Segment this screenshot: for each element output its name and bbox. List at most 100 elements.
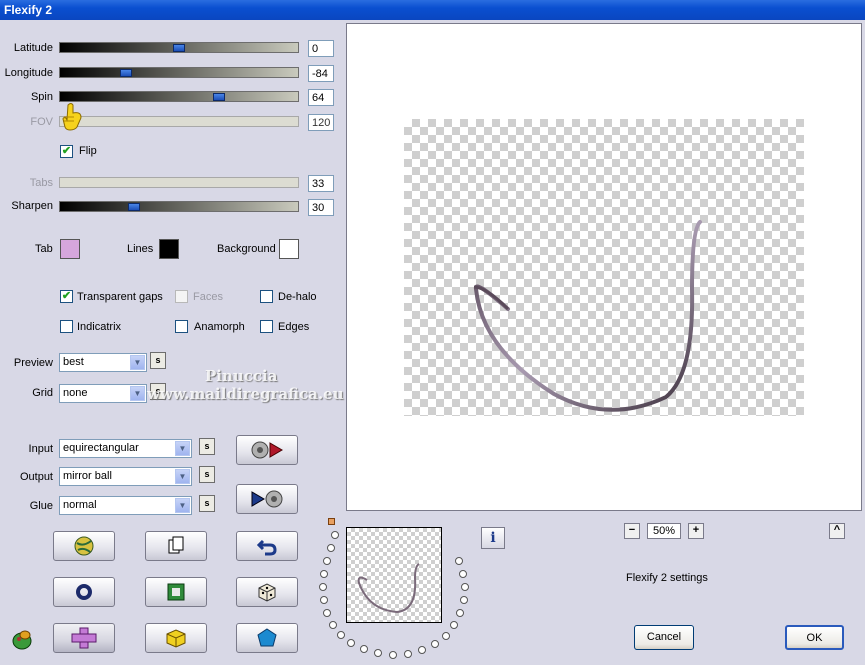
import-icon <box>251 490 283 508</box>
tab-color-label: Tab <box>35 243 53 255</box>
latitude-label: Latitude <box>13 42 53 54</box>
input-select-value: equirectangular <box>63 442 139 454</box>
chevron-down-icon[interactable]: ▼ <box>175 441 190 456</box>
cancel-button[interactable]: Cancel <box>634 625 694 650</box>
longitude-slider[interactable] <box>59 67 299 78</box>
preview-panel[interactable] <box>346 23 862 511</box>
dice-button[interactable] <box>236 577 298 607</box>
globe-icon <box>74 536 94 556</box>
hand-pointer-icon <box>62 103 82 131</box>
latitude-slider[interactable] <box>59 42 299 53</box>
de-halo-label: De-halo <box>278 291 317 303</box>
preview-s-button[interactable]: s <box>150 352 166 369</box>
preview-curve <box>473 220 702 412</box>
preview-label: Preview <box>13 357 53 369</box>
sharpen-value[interactable]: 30 <box>308 199 334 216</box>
zoom-level: 50% <box>647 523 681 539</box>
cube-icon <box>166 629 186 648</box>
plugin-icon <box>12 630 32 650</box>
cube-button[interactable] <box>145 623 207 653</box>
output-select[interactable]: mirror ball ▼ <box>59 467 192 486</box>
output-label: Output <box>19 471 53 483</box>
longitude-label: Longitude <box>4 67 53 79</box>
indicatrix-label: Indicatrix <box>77 321 122 333</box>
glue-s-button[interactable]: s <box>199 495 215 512</box>
output-select-value: mirror ball <box>63 470 112 482</box>
sharpen-thumb[interactable] <box>128 203 140 211</box>
anamorph-checkbox[interactable] <box>175 320 188 333</box>
globe-button[interactable] <box>53 531 115 561</box>
glue-select[interactable]: normal ▼ <box>59 496 192 515</box>
glue-select-value: normal <box>63 499 97 511</box>
fov-label: FOV <box>30 116 53 128</box>
latitude-value[interactable]: 0 <box>308 40 334 57</box>
plugin-logo <box>10 626 36 655</box>
grid-select-value: none <box>63 387 88 399</box>
navigator-dot-ring <box>315 520 475 665</box>
info-icon: i <box>490 530 496 546</box>
fov-slider[interactable] <box>59 116 299 127</box>
spin-slider[interactable] <box>59 91 299 102</box>
cross-icon <box>71 627 97 649</box>
flip-label: Flip <box>79 145 97 157</box>
chevron-down-icon[interactable]: ▼ <box>130 386 145 401</box>
chevron-down-icon[interactable]: ▼ <box>175 469 190 484</box>
fov-value[interactable]: 120 <box>308 114 334 131</box>
faces-checkbox[interactable] <box>175 290 188 303</box>
dice-icon <box>258 583 276 602</box>
square-button[interactable] <box>145 577 207 607</box>
ok-button[interactable]: OK <box>785 625 844 650</box>
lines-color-swatch[interactable] <box>159 239 179 259</box>
import-button[interactable] <box>236 484 298 514</box>
title-bar: Flexify 2 <box>0 0 865 20</box>
input-label: Input <box>28 443 53 455</box>
de-halo-checkbox[interactable] <box>260 290 273 303</box>
chevron-down-icon[interactable]: ▼ <box>130 355 145 370</box>
grid-select[interactable]: none ▼ <box>59 384 147 403</box>
ring-icon <box>76 584 92 600</box>
latitude-thumb[interactable] <box>173 44 185 52</box>
window-title: Flexify 2 <box>4 3 53 17</box>
preview-select[interactable]: best ▼ <box>59 353 147 372</box>
spin-thumb[interactable] <box>213 93 225 101</box>
glue-label: Glue <box>29 500 53 512</box>
copy-button[interactable] <box>145 531 207 561</box>
export-icon <box>251 441 283 459</box>
indicatrix-checkbox[interactable] <box>60 320 73 333</box>
edges-checkbox[interactable] <box>260 320 273 333</box>
longitude-value[interactable]: -84 <box>308 65 334 82</box>
transparent-gaps-checkbox[interactable]: ✔ <box>60 290 73 303</box>
settings-label: Flexify 2 settings <box>626 572 708 584</box>
cross-button[interactable] <box>53 623 115 653</box>
export-button[interactable] <box>236 435 298 465</box>
flip-checkbox[interactable]: ✔ <box>60 145 73 158</box>
lines-color-label: Lines <box>127 243 154 255</box>
sharpen-slider[interactable] <box>59 201 299 212</box>
preview-canvas <box>404 119 804 416</box>
watermark-line1: Pinuccia <box>205 367 278 385</box>
collapse-button[interactable]: ^ <box>829 523 845 539</box>
longitude-thumb[interactable] <box>120 69 132 77</box>
zoom-in-button[interactable]: + <box>688 523 704 539</box>
watermark-line2: www.maildiregrafica.eu <box>147 385 344 403</box>
ring-button[interactable] <box>53 577 115 607</box>
edges-label: Edges <box>278 321 310 333</box>
zoom-out-button[interactable]: − <box>624 523 640 539</box>
undo-button[interactable] <box>236 531 298 561</box>
input-s-button[interactable]: s <box>199 438 215 455</box>
input-select[interactable]: equirectangular ▼ <box>59 439 192 458</box>
spin-label: Spin <box>30 91 53 103</box>
square-icon <box>167 583 185 601</box>
tabs-value[interactable]: 33 <box>308 175 334 192</box>
info-button[interactable]: i <box>481 527 505 549</box>
spin-value[interactable]: 64 <box>308 89 334 106</box>
tabs-slider[interactable] <box>59 177 299 188</box>
background-color-swatch[interactable] <box>279 239 299 259</box>
background-color-label: Background <box>217 243 276 255</box>
tab-color-swatch[interactable] <box>60 239 80 259</box>
undo-icon <box>257 539 277 556</box>
pentagon-button[interactable] <box>236 623 298 653</box>
output-s-button[interactable]: s <box>199 466 215 483</box>
pentagon-icon <box>257 628 277 647</box>
chevron-down-icon[interactable]: ▼ <box>175 498 190 513</box>
